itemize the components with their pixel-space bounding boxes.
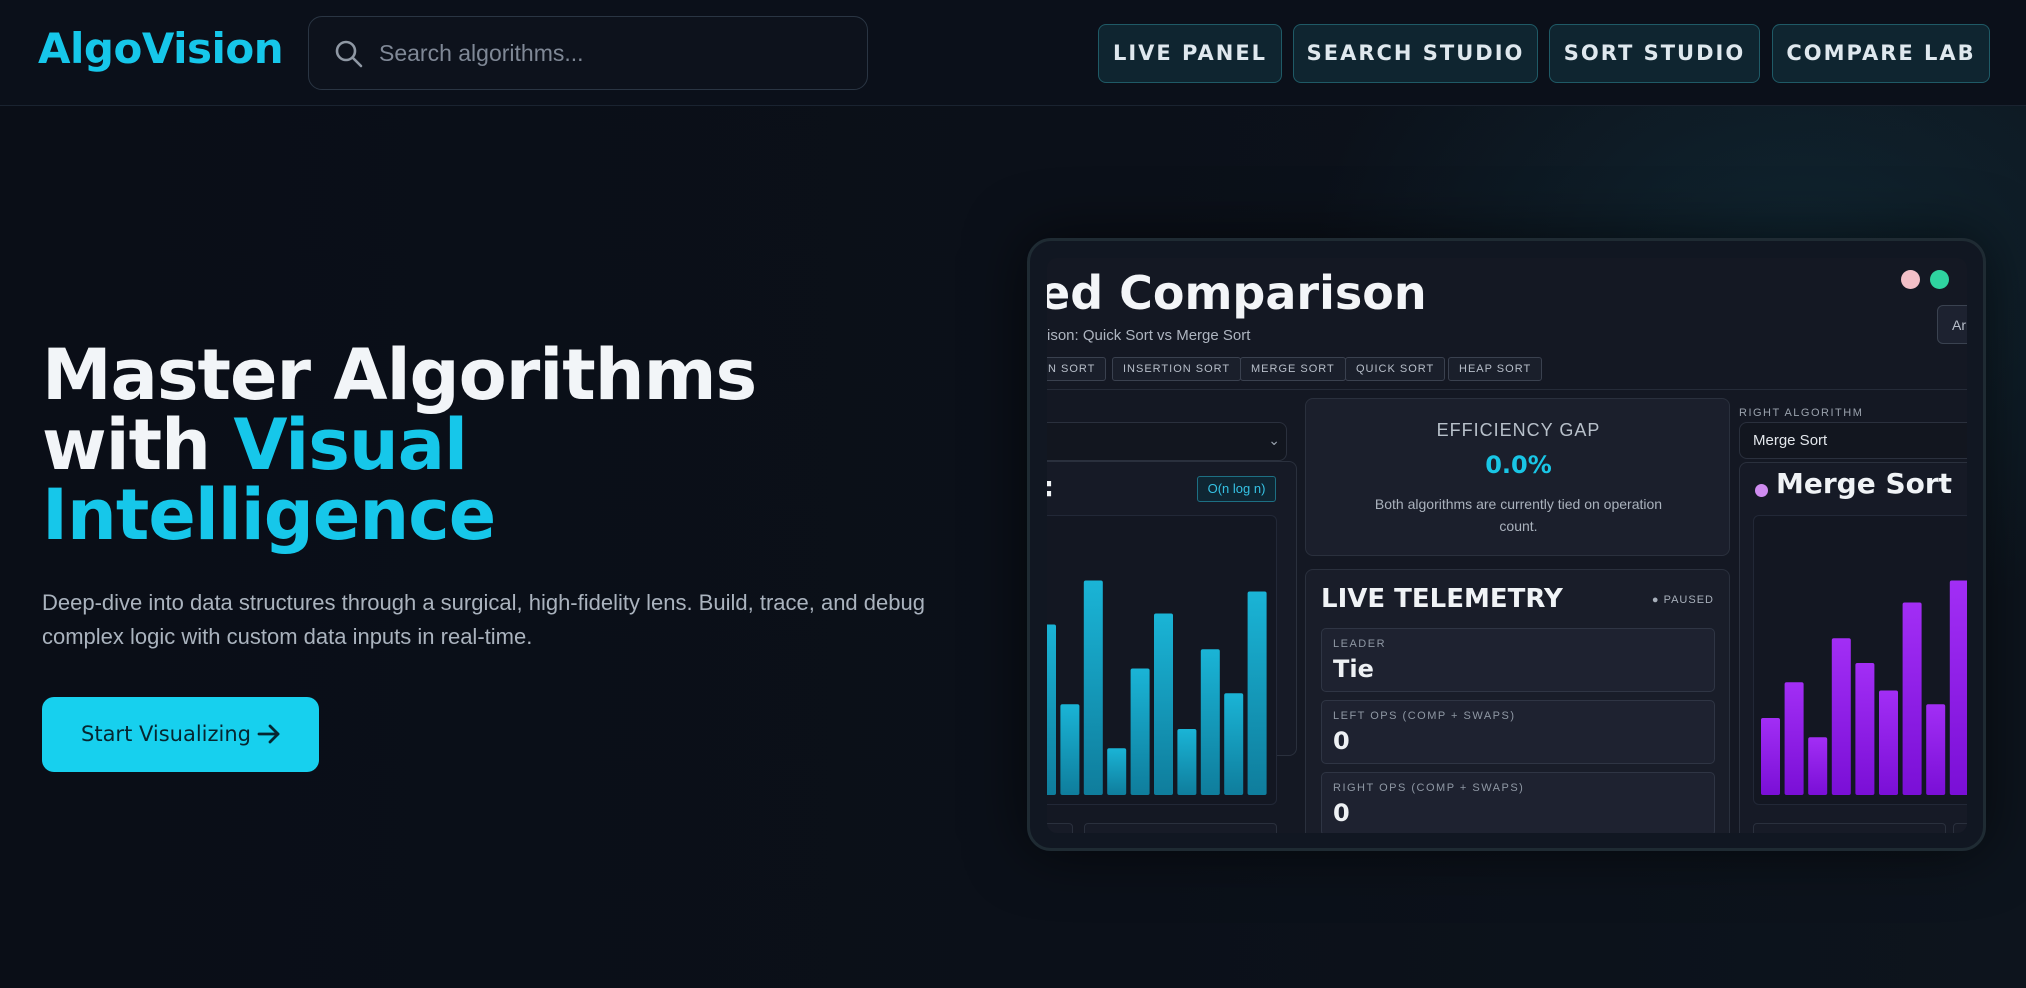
status-dot-icon bbox=[1755, 484, 1768, 497]
telemetry-status: ● PAUSED bbox=[1651, 594, 1714, 606]
arrow-right-icon bbox=[257, 724, 280, 744]
window-dot-pink bbox=[1901, 270, 1920, 289]
nav-live-panel-button[interactable]: LIVE PANEL bbox=[1098, 24, 1282, 83]
left-bar-chart bbox=[1047, 580, 1267, 795]
stat-value: 0 bbox=[1333, 799, 1350, 827]
hero-subtitle-line-2: complex logic with custom data inputs in… bbox=[42, 624, 533, 649]
algorithm-chip[interactable]: INSERTION SORT bbox=[1112, 357, 1242, 381]
window-dot-green bbox=[1930, 270, 1949, 289]
array-bar bbox=[1902, 602, 1922, 795]
array-bar bbox=[1247, 591, 1267, 795]
array-bar bbox=[1808, 737, 1828, 795]
complexity-badge: O(n log n) bbox=[1197, 476, 1276, 502]
nav-search-studio-button[interactable]: SEARCH STUDIO bbox=[1293, 24, 1538, 83]
array-bar bbox=[1761, 718, 1780, 795]
left-algorithm-title: : bbox=[1047, 470, 1054, 503]
array-bar bbox=[1224, 693, 1244, 795]
nav-compare-lab-button[interactable]: COMPARE LAB bbox=[1772, 24, 1990, 83]
efficiency-gap-value: 0.0% bbox=[1485, 451, 1552, 479]
app-preview-frame: ed Comparison ison: Quick Sort vs Merge … bbox=[1027, 238, 1986, 851]
app-logo[interactable]: AlgoVision bbox=[38, 24, 284, 73]
stat-value: 0 bbox=[1333, 727, 1350, 755]
right-ops-stat: RIGHT OPS (COMP + SWAPS) 0 bbox=[1321, 772, 1715, 833]
search-input[interactable] bbox=[379, 33, 849, 73]
right-control-button[interactable] bbox=[1953, 823, 1967, 833]
start-visualizing-label: Start Visualizing bbox=[81, 722, 251, 746]
right-bar-chart bbox=[1761, 580, 1967, 795]
stat-label: RIGHT OPS (COMP + SWAPS) bbox=[1333, 782, 1525, 794]
efficiency-gap-label: EFFICIENCY GAP bbox=[1436, 420, 1601, 440]
array-bar bbox=[1200, 649, 1220, 795]
leader-stat: LEADER Tie bbox=[1321, 628, 1715, 692]
hero-title: Master Algorithms with Visual Intelligen… bbox=[42, 340, 942, 550]
algorithm-chip[interactable]: QUICK SORT bbox=[1345, 357, 1446, 381]
left-algorithm-select[interactable]: ⌄ bbox=[1047, 422, 1287, 461]
array-bar bbox=[1177, 729, 1197, 795]
right-algorithm-select[interactable]: Merge Sort bbox=[1739, 422, 1967, 459]
left-ops-stat: LEFT OPS (COMP + SWAPS) 0 bbox=[1321, 700, 1715, 764]
search-icon bbox=[335, 40, 363, 68]
right-algorithm-select-value: Merge Sort bbox=[1753, 432, 1828, 449]
array-bar bbox=[1831, 638, 1851, 795]
preview-divider bbox=[1047, 389, 1967, 390]
array-bar bbox=[1949, 580, 1967, 795]
array-bar bbox=[1855, 663, 1875, 795]
array-bar bbox=[1926, 704, 1946, 795]
algorithm-chip[interactable]: HEAP SORT bbox=[1448, 357, 1543, 381]
array-bar bbox=[1083, 580, 1103, 795]
preview-title: ed Comparison bbox=[1047, 266, 1427, 320]
efficiency-gap-card: EFFICIENCY GAP 0.0% Both algorithms are … bbox=[1305, 398, 1730, 556]
preview-subtitle: ison: Quick Sort vs Merge Sort bbox=[1047, 327, 1251, 344]
hero-subtitle: Deep-dive into data structures through a… bbox=[42, 586, 942, 654]
start-visualizing-button[interactable]: Start Visualizing bbox=[42, 697, 319, 772]
stat-value: Tie bbox=[1333, 655, 1374, 683]
telemetry-title: LIVE TELEMETRY bbox=[1321, 584, 1563, 614]
stat-label: LEFT OPS (COMP + SWAPS) bbox=[1333, 710, 1516, 722]
algorithm-chip[interactable]: MERGE SORT bbox=[1240, 357, 1346, 381]
left-control-button[interactable] bbox=[1047, 823, 1073, 833]
live-telemetry-card: LIVE TELEMETRY ● PAUSED LEADER Tie LEFT … bbox=[1305, 569, 1730, 833]
array-bar bbox=[1879, 690, 1898, 795]
array-bar bbox=[1154, 613, 1173, 795]
algorithm-chip[interactable]: N SORT bbox=[1047, 357, 1107, 381]
efficiency-gap-note: Both algorithms are currently tied on op… bbox=[1374, 496, 1663, 534]
top-navigation-bar: AlgoVision LIVE PANEL SEARCH STUDIO SORT… bbox=[0, 0, 2026, 106]
array-settings-button[interactable]: Array S bbox=[1937, 305, 1967, 344]
array-bar bbox=[1784, 682, 1804, 795]
search-box[interactable] bbox=[308, 16, 868, 90]
stat-label: LEADER bbox=[1333, 638, 1387, 650]
nav-sort-studio-button[interactable]: SORT STUDIO bbox=[1549, 24, 1760, 83]
array-bar bbox=[1060, 704, 1080, 795]
right-control-button[interactable] bbox=[1753, 823, 1946, 833]
hero-subtitle-line-1: Deep-dive into data structures through a… bbox=[42, 590, 925, 615]
array-bar bbox=[1130, 668, 1150, 795]
right-algorithm-label: RIGHT ALGORITHM bbox=[1739, 407, 1864, 419]
array-bar bbox=[1107, 748, 1127, 795]
compare-lab-preview: ed Comparison ison: Quick Sort vs Merge … bbox=[1047, 258, 1967, 833]
right-algorithm-title: Merge Sort bbox=[1776, 467, 1953, 500]
hero-title-line-3: Intelligence bbox=[42, 474, 496, 556]
array-bar bbox=[1047, 624, 1056, 795]
chevron-down-icon: ⌄ bbox=[1268, 432, 1280, 448]
left-control-button[interactable] bbox=[1084, 823, 1277, 833]
